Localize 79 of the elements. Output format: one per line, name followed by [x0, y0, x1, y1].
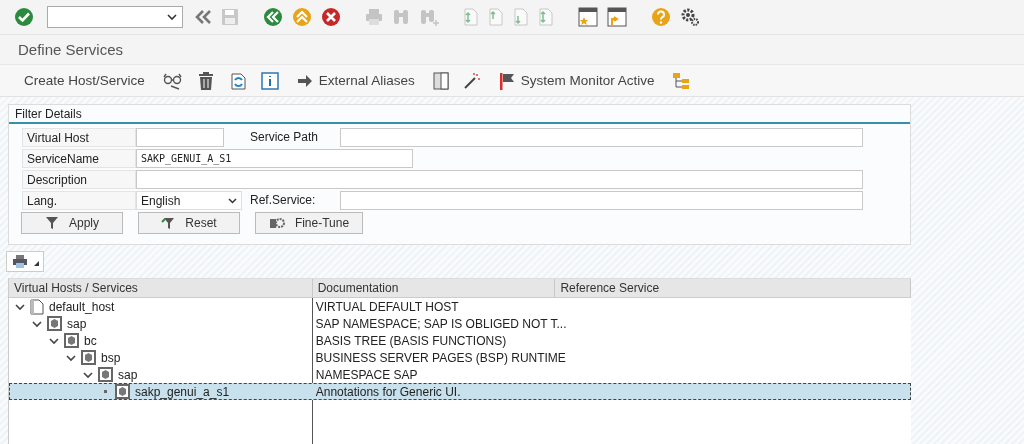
field-label: Virtual Host: [22, 128, 136, 147]
expander-icon[interactable]: [15, 301, 25, 312]
node-name: sakp_genui_a_s1: [135, 384, 230, 399]
expander-icon[interactable]: [66, 352, 76, 363]
filter-reset-icon: [161, 216, 176, 230]
dropdown-icon: [33, 261, 39, 266]
input-field[interactable]: SAKP_GENUI_A_S1: [136, 149, 413, 168]
section-title: Filter Details: [9, 105, 910, 124]
tree-row[interactable]: sap NAMESPACE SAP: [9, 366, 911, 383]
toolbar-button[interactable]: System Monitor Active: [494, 68, 659, 93]
last-page-icon[interactable]: [538, 8, 554, 26]
cancel-icon[interactable]: [321, 7, 341, 27]
input-field[interactable]: [136, 170, 863, 189]
fine-tune-icon: [268, 216, 285, 230]
tree-row[interactable]: default_host VIRTUAL DEFAULT HOST: [9, 298, 911, 315]
document-icon[interactable]: [432, 71, 449, 90]
language-dropdown[interactable]: English: [136, 191, 242, 210]
documentation-text: NAMESPACE SAP: [315, 367, 418, 382]
help-icon[interactable]: [651, 7, 671, 27]
back-icon[interactable]: [263, 7, 283, 27]
printer-icon: [11, 254, 28, 269]
filter-button[interactable]: Reset: [138, 212, 240, 234]
input-field[interactable]: [340, 128, 863, 147]
column-header[interactable]: Reference Service: [555, 279, 911, 297]
double-chevron-icon[interactable]: [194, 8, 212, 26]
refresh-icon[interactable]: [228, 71, 247, 90]
toolbar-button[interactable]: External Aliases: [292, 70, 419, 91]
caret-icon: [228, 197, 237, 204]
node-name: bc: [84, 333, 97, 348]
node-name: default_host: [49, 299, 115, 314]
hierarchy-icon[interactable]: [672, 71, 691, 90]
node-name: bsp: [101, 350, 121, 365]
input-field[interactable]: [340, 191, 863, 210]
field-label: ServiceName: [22, 149, 136, 168]
documentation-text: Annotations for Generic UI.: [315, 384, 461, 399]
field-label: Lang.: [22, 191, 136, 210]
field-label: Ref.Service:: [249, 192, 317, 209]
screen-title: Define Services: [18, 41, 124, 58]
command-field[interactable]: [47, 6, 183, 28]
documentation-text: BUSINESS SERVER PAGES (BSP) RUNTIME: [315, 350, 566, 365]
caret-icon: [167, 14, 177, 20]
print-button[interactable]: [6, 251, 44, 272]
node-name: sap: [118, 367, 138, 382]
expander-icon[interactable]: [49, 335, 59, 346]
filter-button[interactable]: Fine-Tune: [255, 212, 363, 234]
field-label: Description: [22, 170, 136, 189]
tree-row[interactable]: bsp BUSINESS SERVER PAGES (BSP) RUNTIME: [9, 349, 911, 366]
exit-icon[interactable]: [292, 7, 312, 27]
filter-button[interactable]: Apply: [21, 212, 123, 234]
flag-icon: [498, 71, 515, 90]
documentation-text: BASIS TREE (BASIS FUNCTIONS): [315, 333, 507, 348]
package-icon: [115, 384, 130, 399]
magic-wand-icon[interactable]: [462, 71, 481, 90]
glasses-icon[interactable]: [162, 71, 183, 90]
expander-icon[interactable]: [83, 369, 93, 380]
first-page-icon[interactable]: [463, 8, 479, 26]
column-header[interactable]: Documentation: [312, 279, 556, 297]
package-icon: [81, 350, 96, 365]
node-name: sap: [67, 316, 87, 331]
check-icon[interactable]: [14, 7, 34, 27]
tree-row[interactable]: sap SAP NAMESPACE; SAP IS OBLIGED NOT T...: [9, 315, 911, 332]
expander-icon[interactable]: [32, 318, 42, 329]
info-icon[interactable]: [260, 71, 279, 90]
field-label: Service Path: [249, 129, 320, 146]
filter-icon: [45, 216, 59, 230]
trash-icon[interactable]: [196, 71, 215, 90]
tree-row[interactable]: bc BASIS TREE (BASIS FUNCTIONS): [9, 332, 911, 349]
tree-row[interactable]: sakp_genui_a_s1 Annotations for Generic UI.: [9, 383, 911, 400]
settings-icon[interactable]: [680, 7, 700, 27]
package-icon: [98, 367, 113, 382]
documentation-text: SAP NAMESPACE; SAP IS OBLIGED NOT T...: [315, 316, 567, 331]
column-header[interactable]: Virtual Hosts / Services: [9, 279, 313, 297]
package-icon: [64, 333, 79, 348]
arrow-icon: [296, 73, 313, 88]
input-field[interactable]: [136, 128, 224, 147]
page-icon: [30, 298, 44, 315]
documentation-text: VIRTUAL DEFAULT HOST: [315, 299, 459, 314]
toolbar-button[interactable]: Create Host/Service: [20, 70, 149, 91]
package-icon: [47, 316, 62, 331]
